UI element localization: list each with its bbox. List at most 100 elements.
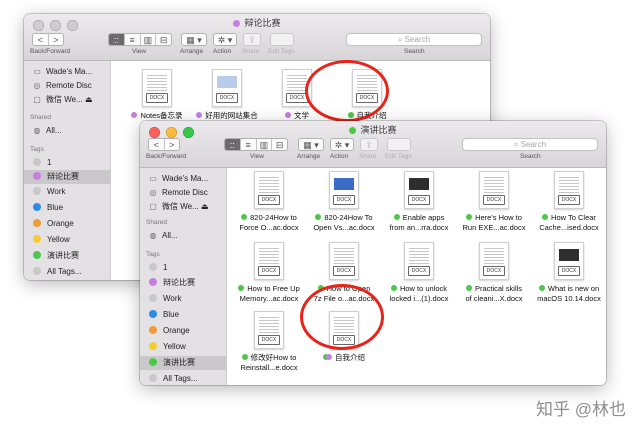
sidebar-tag-yellow[interactable]: Yellow — [140, 340, 226, 354]
sidebar-item-label: All Tags... — [163, 374, 198, 383]
file-item[interactable]: DOCX Enable apps from an...rra.docx — [379, 171, 459, 233]
forward-button[interactable]: > — [49, 34, 64, 45]
file-name: Enable apps — [402, 213, 445, 222]
file-item[interactable]: DOCX Here's How to Run EXE...ac.docx — [454, 171, 534, 233]
file-name: 好用的网站集合 — [205, 111, 258, 120]
sidebar-tag-1[interactable]: 1 — [140, 261, 226, 275]
edit-tags-button[interactable] — [387, 138, 411, 151]
view-control: :: ≡ ▥ ⊟ — [224, 138, 288, 151]
file-name-cont: Reinstall...e.docx — [240, 363, 298, 372]
sidebar-item-wechat-drive[interactable]: ▢ 微信 We... ⏏ — [24, 93, 110, 107]
arrange-button[interactable]: ▦ ▾ — [298, 138, 324, 151]
sidebar-tag-work[interactable]: Work — [24, 185, 110, 199]
file-name: 文学 — [294, 111, 309, 120]
search-input[interactable]: ⌕ Search — [346, 33, 482, 46]
sidebar-item-shared-all[interactable]: ◍ All... — [140, 229, 226, 243]
sidebar-item-label: Work — [163, 294, 182, 303]
action-button[interactable]: ✲ ▾ — [330, 138, 354, 151]
sidebar-item-remote-disc[interactable]: ◎ Remote Disc — [24, 79, 110, 93]
list-view-button[interactable]: ≡ — [125, 34, 141, 45]
sidebar-tag-orange[interactable]: Orange — [140, 324, 226, 338]
sidebar-tag-yellow[interactable]: Yellow — [24, 233, 110, 247]
action-button[interactable]: ✲ ▾ — [213, 33, 237, 46]
column-view-button[interactable]: ▥ — [141, 34, 157, 45]
sidebar-tag-1[interactable]: 1 — [24, 156, 110, 170]
search-input[interactable]: ⌕ Search — [462, 138, 598, 151]
tag-dot-icon — [233, 19, 241, 27]
sidebar-item-label: Work — [47, 187, 66, 196]
file-item[interactable]: DOCX How to unlock locked i...(1).docx — [379, 242, 459, 304]
titlebar: 辩论比赛 < > Back/Forward :: ≡ ▥ ⊟ View ▦ ▾ … — [24, 14, 490, 61]
tag-dot-icon — [149, 373, 157, 382]
sidebar-tag-speech[interactable]: 演讲比赛 — [24, 249, 110, 263]
sidebar-item-label: All... — [46, 126, 62, 135]
sidebar-tag-work[interactable]: Work — [140, 292, 226, 306]
arrange-button[interactable]: ▦ ▾ — [181, 33, 207, 46]
file-name-cont: Open Vs...ac.docx — [313, 223, 375, 232]
sidebar-tag-orange[interactable]: Orange — [24, 217, 110, 231]
file-item[interactable]: DOCX 好用的网站集合 — [187, 69, 267, 121]
shared-header: Shared — [146, 219, 167, 226]
sidebar-item-label: 辩论比赛 — [163, 278, 195, 287]
tag-dot-icon — [33, 157, 41, 166]
gallery-view-button[interactable]: ⊟ — [156, 34, 171, 45]
sidebar-tag-debate[interactable]: 辩论比赛 — [24, 170, 110, 184]
sidebar-tag-blue[interactable]: Blue — [140, 308, 226, 322]
search-placeholder: Search — [520, 140, 547, 149]
sidebar-item-wades-mac[interactable]: ▭ Wade's Ma... — [140, 172, 226, 186]
file-item[interactable]: DOCX 修改好How to Reinstall...e.docx — [229, 311, 309, 373]
docx-file-icon: DOCX — [479, 242, 509, 280]
file-item[interactable]: DOCX 820-24How To Open Vs...ac.docx — [304, 171, 384, 233]
file-name-cont: macOS 10.14.docx — [537, 294, 601, 303]
docx-file-icon: DOCX — [142, 69, 172, 107]
search-label: Search — [520, 153, 541, 160]
tag-dot-icon — [466, 214, 473, 220]
window-title-text: 演讲比赛 — [360, 125, 397, 135]
watermark: 知乎 @林也 — [536, 400, 626, 419]
sidebar-tag-all-tags[interactable]: All Tags... — [140, 372, 226, 385]
icon-view-button[interactable]: :: — [109, 34, 125, 45]
file-item[interactable]: DOCX How To Clear Cache...ised.docx — [529, 171, 606, 233]
tag-dot-icon — [196, 112, 203, 118]
back-button[interactable]: < — [149, 139, 165, 150]
sidebar-item-label: Remote Disc — [162, 188, 208, 197]
back-forward-label: Back/Forward — [30, 48, 71, 55]
sidebar-tag-blue[interactable]: Blue — [24, 201, 110, 215]
sidebar-item-label: 1 — [163, 263, 168, 272]
arrange-label: Arrange — [180, 48, 204, 55]
forward-button[interactable]: > — [165, 139, 180, 150]
share-button[interactable]: ⇪ — [243, 33, 261, 46]
sidebar-item-wades-mac[interactable]: ▭ Wade's Ma... — [24, 65, 110, 79]
file-item[interactable]: DOCX How to Free Up Memory...ac.docx — [229, 242, 309, 304]
sidebar-item-label: 微信 We... ⏏ — [162, 202, 209, 211]
finder-window-front: 演讲比赛 < > Back/Forward :: ≡ ▥ ⊟ View ▦ ▾ … — [140, 121, 606, 385]
sidebar-tag-debate[interactable]: 辩论比赛 — [140, 276, 226, 290]
window-title: 演讲比赛 — [140, 123, 606, 136]
action-label: Action — [213, 48, 232, 55]
list-view-button[interactable]: ≡ — [241, 139, 257, 150]
sidebar-tag-speech[interactable]: 演讲比赛 — [140, 356, 226, 370]
file-item[interactable]: DOCX Notes备忘录 — [117, 69, 197, 121]
back-button[interactable]: < — [33, 34, 49, 45]
file-item[interactable]: DOCX What is new on macOS 10.14.docx — [529, 242, 606, 304]
sidebar-tag-all-tags[interactable]: All Tags... — [24, 265, 110, 279]
icon-view-button[interactable]: :: — [225, 139, 241, 150]
sidebar-item-wechat-drive[interactable]: ▢ 微信 We... ⏏ — [140, 200, 226, 214]
edit-tags-button[interactable] — [270, 33, 294, 46]
sidebar-item-label: Blue — [163, 310, 180, 319]
tag-dot-icon — [33, 250, 41, 259]
share-button[interactable]: ⇪ — [360, 138, 378, 151]
tag-dot-icon — [33, 171, 41, 180]
sidebar-item-remote-disc[interactable]: ◎ Remote Disc — [140, 186, 226, 200]
column-view-button[interactable]: ▥ — [257, 139, 273, 150]
sidebar-item-label: All... — [162, 231, 178, 240]
shared-header: Shared — [30, 114, 51, 121]
file-item[interactable]: DOCX 820-24How to Force O...ac.docx — [229, 171, 309, 233]
sidebar-item-shared-all[interactable]: ◍ All... — [24, 124, 110, 138]
file-name: How To Clear — [551, 213, 596, 222]
file-item[interactable]: DOCX Practical skills of cleani...X.docx — [454, 242, 534, 304]
drive-icon: ▢ — [33, 95, 41, 104]
file-name: 自我介绍 — [335, 353, 365, 362]
gallery-view-button[interactable]: ⊟ — [272, 139, 287, 150]
network-icon: ◍ — [33, 126, 41, 135]
